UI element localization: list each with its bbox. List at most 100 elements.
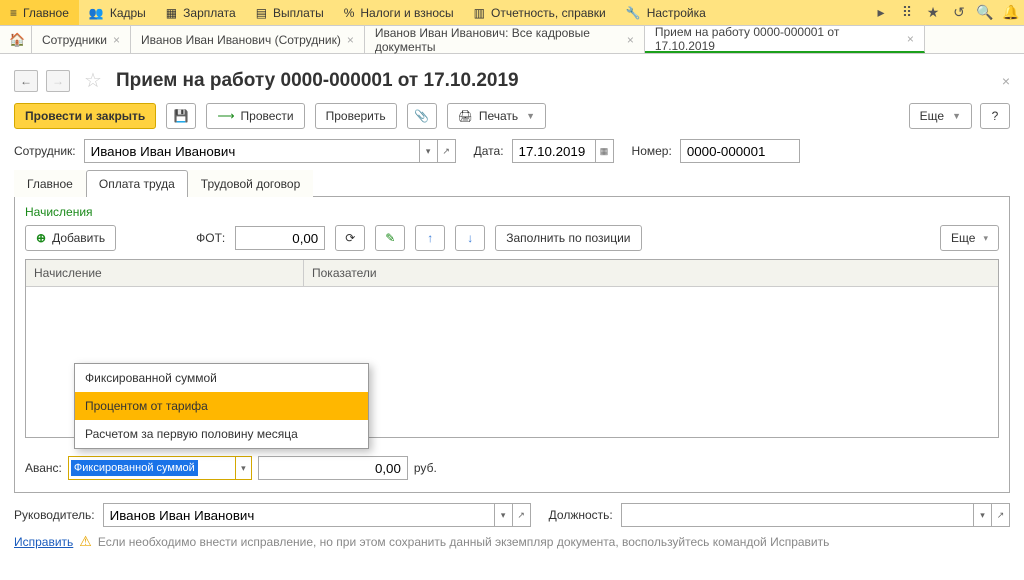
btn-label: Еще: [920, 109, 944, 123]
select-button[interactable]: ▾: [495, 503, 513, 527]
print-button[interactable]: 🖨Печать▼: [447, 103, 546, 129]
btn-label: Проверить: [326, 109, 386, 123]
tab-label: Иванов Иван Иванович (Сотрудник): [141, 33, 341, 47]
close-icon[interactable]: ×: [113, 33, 120, 47]
move-up-button[interactable]: ↑: [415, 225, 445, 251]
section-heading: Начисления: [25, 205, 999, 219]
wrench-icon: 🔧: [626, 6, 641, 20]
fix-link[interactable]: Исправить: [14, 535, 73, 549]
save-button[interactable]: 💾: [166, 103, 196, 129]
select-button[interactable]: ▾: [974, 503, 992, 527]
star-icon[interactable]: ★: [920, 0, 946, 26]
avans-row: Аванс: Фиксированной суммой ▾ руб.: [25, 456, 999, 480]
number-label: Номер:: [632, 144, 672, 158]
history-icon[interactable]: ↺: [946, 0, 972, 26]
avans-amount-field[interactable]: [258, 456, 408, 480]
number-field[interactable]: [680, 139, 800, 163]
post-button[interactable]: ⟶Провести: [206, 103, 304, 129]
avans-unit: руб.: [414, 461, 437, 475]
tab-payment[interactable]: Оплата труда: [86, 170, 188, 197]
dd-percent-rate[interactable]: Процентом от тарифа: [75, 392, 368, 420]
post-and-close-button[interactable]: Провести и закрыть: [14, 103, 156, 129]
menu-label: Налоги и взносы: [360, 6, 453, 20]
close-icon[interactable]: ×: [347, 33, 354, 47]
home-tab[interactable]: 🏠: [4, 26, 32, 53]
printer-icon: 🖨: [458, 109, 473, 123]
tab-main[interactable]: Главное: [14, 170, 86, 197]
menu-salary[interactable]: ▦Зарплата: [156, 0, 246, 25]
avans-selected-text: Фиксированной суммой: [71, 460, 198, 476]
floppy-icon: 💾: [174, 109, 189, 123]
col-indicators[interactable]: Показатели: [304, 260, 998, 286]
fot-label: ФОТ:: [196, 231, 225, 245]
more-button[interactable]: Еще ▼: [909, 103, 972, 129]
tab-contract[interactable]: Трудовой договор: [188, 170, 313, 197]
tab-row: 🏠 Сотрудники× Иванов Иван Иванович (Сотр…: [0, 26, 1024, 54]
manager-label: Руководитель:: [14, 508, 95, 522]
list-icon: ▤: [256, 6, 267, 20]
menu-settings[interactable]: 🔧Настройка: [616, 0, 716, 25]
tab-hiring[interactable]: Прием на работу 0000-000001 от 17.10.201…: [645, 26, 925, 53]
menu-hr[interactable]: 👥 Кадры: [79, 0, 156, 25]
edit-button[interactable]: ✎: [375, 225, 405, 251]
apps-icon[interactable]: ⠿: [894, 0, 920, 26]
menu-reports[interactable]: ▥Отчетность, справки: [464, 0, 616, 25]
top-icons: ▸ ⠿ ★ ↺ 🔍 🔔: [868, 0, 1024, 25]
menu-taxes[interactable]: %Налоги и взносы: [334, 0, 464, 25]
dd-fixed-sum[interactable]: Фиксированной суммой: [75, 364, 368, 392]
bell-icon[interactable]: 🔔: [998, 0, 1024, 26]
col-accrual[interactable]: Начисление: [26, 260, 304, 286]
title-row: ← → ☆ Прием на работу 0000-000001 от 17.…: [14, 68, 1010, 93]
add-button[interactable]: ⊕Добавить: [25, 225, 116, 251]
btn-label: Провести и закрыть: [25, 109, 145, 123]
employee-field[interactable]: [84, 139, 420, 163]
dd-half-month-calc[interactable]: Расчетом за первую половину месяца: [75, 420, 368, 448]
move-down-button[interactable]: ↓: [455, 225, 485, 251]
open-button[interactable]: ↗: [438, 139, 456, 163]
arrow-right-icon[interactable]: ▸: [868, 0, 894, 26]
manager-row: Руководитель: ▾ ↗ Должность: ▾ ↗: [14, 503, 1010, 527]
chevron-down-icon: ▾: [983, 233, 988, 244]
help-button[interactable]: ?: [980, 103, 1010, 129]
content: ← → ☆ Прием на работу 0000-000001 от 17.…: [0, 54, 1024, 556]
chevron-down-icon: ▼: [952, 111, 961, 121]
select-button[interactable]: ▾: [420, 139, 438, 163]
manager-field[interactable]: [103, 503, 495, 527]
fill-by-position-button[interactable]: Заполнить по позиции: [495, 225, 641, 251]
open-button[interactable]: ↗: [513, 503, 531, 527]
nav-forward-button[interactable]: →: [46, 70, 70, 92]
plus-icon: ⊕: [36, 231, 46, 245]
date-field[interactable]: [512, 139, 596, 163]
menu-label: Кадры: [110, 6, 146, 20]
warning-text: Если необходимо внести исправление, но п…: [98, 535, 830, 549]
search-icon[interactable]: 🔍: [972, 0, 998, 26]
people-icon: 👥: [89, 6, 104, 20]
accruals-section: Начисления ⊕Добавить ФОТ: ⟳ ✎ ↑ ↓ Заполн…: [14, 197, 1010, 493]
close-page-button[interactable]: ×: [1002, 73, 1010, 89]
top-menu: ≡Главное 👥 Кадры ▦Зарплата ▤Выплаты %Нало…: [0, 0, 1024, 26]
menu-payouts[interactable]: ▤Выплаты: [246, 0, 334, 25]
employee-row: Сотрудник: ▾ ↗ Дата: ▦ Номер:: [14, 139, 1010, 163]
table-more-button[interactable]: Еще ▾: [940, 225, 999, 251]
nav-back-button[interactable]: ←: [14, 70, 38, 92]
close-icon[interactable]: ×: [907, 32, 914, 46]
close-icon[interactable]: ×: [627, 33, 634, 47]
btn-label: Еще: [951, 231, 975, 245]
attach-button[interactable]: 📎: [407, 103, 437, 129]
open-button[interactable]: ↗: [992, 503, 1010, 527]
avans-type-field[interactable]: Фиксированной суммой: [68, 456, 236, 480]
fot-field[interactable]: [235, 226, 325, 250]
avans-dropdown-button[interactable]: ▾: [236, 456, 252, 480]
tab-employee-card[interactable]: Иванов Иван Иванович (Сотрудник) ×: [131, 26, 365, 53]
calendar-button[interactable]: ▦: [596, 139, 614, 163]
refresh-button[interactable]: ⟳: [335, 225, 365, 251]
tab-label: Прием на работу 0000-000001 от 17.10.201…: [655, 25, 901, 53]
position-field[interactable]: [621, 503, 974, 527]
tab-all-docs[interactable]: Иванов Иван Иванович: Все кадровые докум…: [365, 26, 645, 53]
menu-main[interactable]: ≡Главное: [0, 0, 79, 25]
favorite-icon[interactable]: ☆: [84, 68, 102, 93]
check-button[interactable]: Проверить: [315, 103, 397, 129]
pencil-icon: ✎: [385, 231, 395, 245]
grid-body[interactable]: Фиксированной суммой Процентом от тарифа…: [26, 287, 998, 437]
tab-employees[interactable]: Сотрудники×: [32, 26, 131, 53]
